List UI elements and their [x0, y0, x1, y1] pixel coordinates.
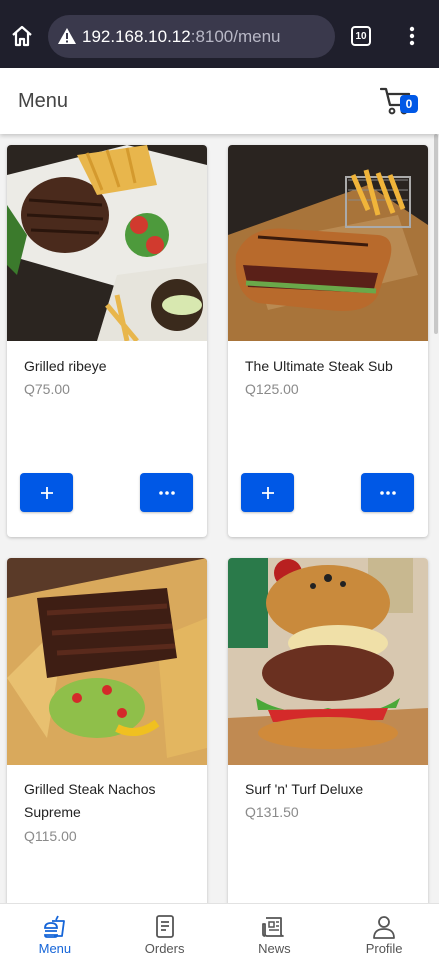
- product-name: Surf 'n' Turf Deluxe: [245, 781, 364, 797]
- product-card[interactable]: Surf 'n' Turf Deluxe Q131.50: [228, 558, 428, 903]
- product-name: Grilled ribeye: [24, 358, 107, 374]
- tab-menu[interactable]: Menu: [0, 904, 110, 974]
- product-name: The Ultimate Steak Sub: [245, 358, 393, 374]
- product-name: Grilled Steak Nachos Supreme: [24, 781, 156, 820]
- product-grid[interactable]: Grilled ribeye Q75.00 The Ultimate Steak…: [0, 134, 439, 903]
- plus-icon: [40, 486, 53, 499]
- product-price: Q115.00: [24, 828, 77, 844]
- tab-orders[interactable]: Orders: [110, 904, 220, 974]
- page-title: Menu: [18, 90, 69, 112]
- home-icon[interactable]: [10, 24, 34, 48]
- plus-icon: [261, 486, 274, 499]
- address-bar[interactable]: 192.168.10.12:8100/menu: [48, 15, 335, 58]
- receipt-icon: [155, 915, 174, 938]
- url-text: 192.168.10.12:8100/menu: [82, 27, 281, 47]
- tab-label: Profile: [365, 941, 403, 956]
- more-options-button[interactable]: [361, 473, 414, 512]
- product-image-steak-nachos[interactable]: [7, 558, 207, 765]
- tab-label: News: [258, 941, 291, 956]
- bottom-tab-bar: Menu Orders News Profile: [0, 903, 439, 974]
- url-host: 192.168.10.12: [82, 27, 191, 46]
- cart-count-badge: 0: [400, 95, 418, 113]
- add-to-cart-button[interactable]: [20, 473, 73, 512]
- person-icon: [373, 916, 396, 939]
- product-card[interactable]: Grilled Steak Nachos Supreme Q115.00: [7, 558, 207, 903]
- ellipsis-icon: [379, 490, 396, 495]
- add-to-cart-button[interactable]: [241, 473, 294, 512]
- scrollbar[interactable]: [434, 134, 438, 334]
- newspaper-icon: [262, 917, 285, 937]
- product-image-ultimate-steak-sub[interactable]: [228, 145, 428, 341]
- fast-food-icon: [43, 915, 65, 938]
- more-vert-icon[interactable]: [405, 26, 419, 46]
- browser-toolbar: 192.168.10.12:8100/menu 10: [0, 0, 439, 68]
- more-options-button[interactable]: [140, 473, 193, 512]
- product-price: Q125.00: [245, 381, 299, 397]
- product-image-surf-n-turf[interactable]: [228, 558, 428, 765]
- ellipsis-icon: [158, 490, 175, 495]
- tab-switcher-icon[interactable]: 10: [351, 26, 371, 46]
- cart-button[interactable]: 0: [380, 86, 420, 118]
- tab-news[interactable]: News: [220, 904, 330, 974]
- tab-label: Menu: [38, 941, 72, 956]
- product-price: Q131.50: [245, 804, 299, 820]
- product-price: Q75.00: [24, 381, 70, 397]
- app-header: Menu 0: [0, 68, 439, 134]
- product-card[interactable]: The Ultimate Steak Sub Q125.00: [228, 145, 428, 537]
- tab-label: Orders: [144, 941, 185, 956]
- url-path: :8100/menu: [190, 27, 281, 46]
- product-card[interactable]: Grilled ribeye Q75.00: [7, 145, 207, 537]
- product-image-grilled-ribeye[interactable]: [7, 145, 207, 341]
- tab-profile[interactable]: Profile: [329, 904, 439, 974]
- not-secure-warning-icon[interactable]: [57, 27, 77, 45]
